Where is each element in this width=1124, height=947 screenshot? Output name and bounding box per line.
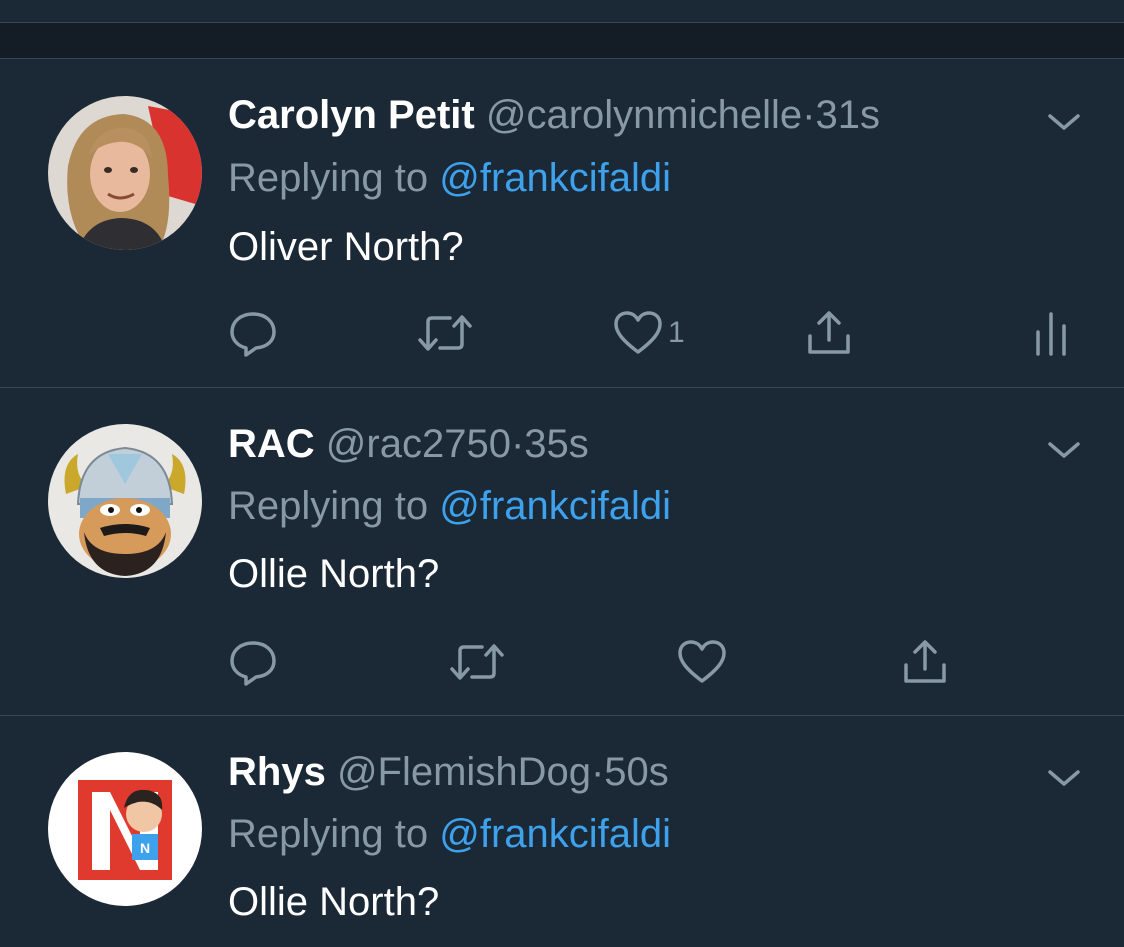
like-icon [614, 311, 662, 354]
user-handle[interactable]: @rac2750 [326, 422, 511, 466]
section-separator [0, 23, 1124, 59]
reply-icon [230, 641, 276, 686]
retweet-icon [450, 644, 504, 680]
display-name[interactable]: Carolyn Petit [228, 93, 475, 137]
dot-separator: · [590, 750, 605, 794]
reply-context: Replying to @frankcifaldi [228, 156, 671, 200]
tweet-header: RAC @rac2750·35s [228, 422, 589, 466]
tweet-text: Oliver North? [228, 225, 464, 269]
like-button[interactable] [676, 636, 728, 688]
reply-mention-link[interactable]: @frankcifaldi [439, 484, 671, 528]
display-name[interactable]: RAC [228, 422, 315, 466]
tweet-item[interactable]: Carolyn Petit @carolynmichelle·31s Reply… [0, 59, 1124, 388]
dot-separator: · [802, 93, 816, 137]
like-icon [678, 640, 726, 683]
reply-mention-link[interactable]: @frankcifaldi [439, 156, 671, 200]
reply-button[interactable] [228, 307, 278, 359]
share-icon [904, 640, 946, 683]
analytics-button[interactable] [1034, 307, 1068, 359]
share-button[interactable] [804, 307, 854, 359]
like-count: 1 [668, 316, 685, 349]
chevron-down-icon[interactable] [1044, 438, 1084, 462]
tweet-item[interactable]: N Rhys @FlemishDog·50s Replying to @fran… [0, 716, 1124, 947]
timestamp[interactable]: 35s [524, 422, 589, 466]
like-button[interactable]: 1 [612, 307, 685, 359]
replying-to-label: Replying to [228, 484, 429, 528]
avatar[interactable] [48, 96, 202, 250]
avatar[interactable]: N [48, 752, 202, 906]
retweet-icon [418, 315, 472, 351]
tweet-text: Ollie North? [228, 880, 440, 924]
timestamp[interactable]: 50s [604, 750, 669, 794]
svg-text:N: N [140, 840, 150, 856]
chevron-down-icon[interactable] [1044, 766, 1084, 790]
tweet-text: Ollie North? [228, 552, 440, 596]
avatar[interactable] [48, 424, 202, 578]
user-handle[interactable]: @carolynmichelle [486, 93, 802, 137]
replying-to-label: Replying to [228, 156, 429, 200]
retweet-button[interactable] [416, 307, 474, 359]
retweet-button[interactable] [448, 636, 506, 688]
dot-separator: · [510, 422, 525, 466]
reply-context: Replying to @frankcifaldi [228, 812, 671, 856]
reply-mention-link[interactable]: @frankcifaldi [439, 812, 671, 856]
share-icon [808, 311, 850, 354]
tweet-header: Rhys @FlemishDog·50s [228, 750, 669, 794]
reply-context: Replying to @frankcifaldi [228, 484, 671, 528]
share-button[interactable] [900, 636, 950, 688]
tweet-header: Carolyn Petit @carolynmichelle·31s [228, 93, 880, 137]
analytics-icon [1036, 312, 1066, 356]
chevron-down-icon[interactable] [1044, 110, 1084, 134]
reply-icon [230, 312, 276, 357]
user-handle[interactable]: @FlemishDog [337, 750, 591, 794]
tweet-item[interactable]: RAC @rac2750·35s Replying to @frankcifal… [0, 388, 1124, 716]
display-name[interactable]: Rhys [228, 750, 326, 794]
replying-to-label: Replying to [228, 812, 429, 856]
timestamp[interactable]: 31s [815, 93, 880, 137]
top-bar [0, 0, 1124, 23]
reply-button[interactable] [228, 636, 278, 688]
